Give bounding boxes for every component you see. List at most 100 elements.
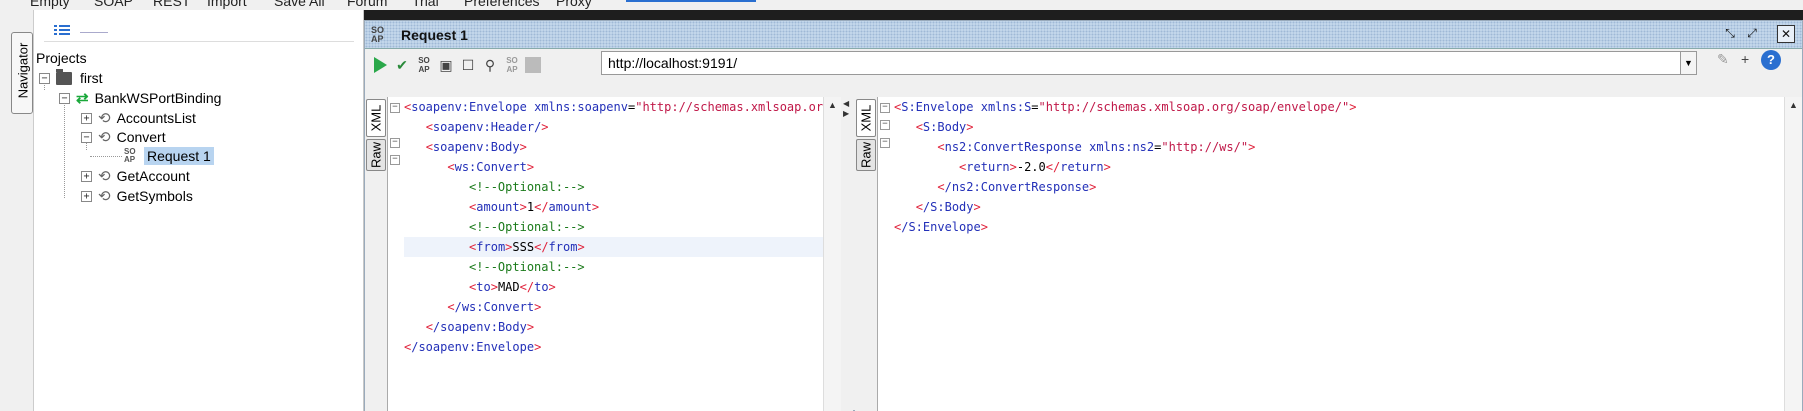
collapse-icon[interactable]: − [81, 131, 92, 143]
toolbar-forum-button[interactable]: Forum [347, 0, 387, 9]
code-line: <ws:Convert> [447, 160, 535, 174]
tree-project-first[interactable]: − first [39, 68, 103, 88]
response-xml-tab[interactable]: XML [856, 99, 876, 137]
navigator-strip: Navigator [0, 10, 34, 411]
toolbar-soap-button[interactable]: SOAP [94, 0, 133, 9]
request-xml-tab[interactable]: XML [366, 99, 386, 137]
code-line: <S:Body> [915, 120, 974, 134]
expand-icon[interactable]: + [81, 170, 92, 182]
user-icon[interactable]: ⚲ [481, 56, 499, 74]
collapse-right-icon[interactable]: ▶ [843, 109, 849, 118]
stop-square-icon[interactable]: ☐ [459, 56, 477, 74]
soap-tool-icon[interactable]: SO AP [503, 56, 521, 74]
request-window: SOAP Request 1 ⤡ ⤢ ✕ ✔ SOAP ▣ ☐ ⚲ SOAP ▼… [364, 20, 1803, 411]
collapse-icon[interactable]: − [59, 92, 70, 104]
toolbar-empty-button[interactable]: Empty [30, 0, 70, 9]
request-view-tabs: XML Raw [365, 97, 387, 411]
endpoint-url-input[interactable] [601, 51, 1681, 75]
operation-icon: ⟲ [98, 188, 111, 205]
operation-icon: ⟲ [98, 168, 111, 185]
list-view-icon[interactable] [54, 24, 70, 36]
projects-root: Projects [36, 48, 87, 68]
binding-label: BankWSPortBinding [94, 90, 222, 106]
edit-endpoint-icon[interactable]: ✎ [1717, 51, 1729, 68]
fold-gutter: − − − [388, 97, 402, 411]
operation-label: Convert [116, 129, 166, 145]
code-line: <amount>1</amount> [469, 200, 600, 214]
toolbar-preferences-button[interactable]: Preferences [464, 0, 539, 9]
code-line: </ws:Convert> [447, 300, 542, 314]
minimize-icon[interactable]: ⤡ [1721, 25, 1739, 43]
url-dropdown-icon[interactable]: ▼ [1681, 51, 1697, 75]
pane-divider[interactable]: ◀ ▶ [841, 97, 853, 411]
navigator-label: Navigator [15, 42, 31, 99]
scroll-up-icon[interactable]: ▲ [1789, 100, 1798, 110]
run-icon[interactable] [371, 56, 389, 74]
toolbar-rest-button[interactable]: REST [153, 0, 190, 9]
soap-action-icon[interactable]: SO AP [415, 56, 433, 74]
operation-label: GetSymbols [116, 188, 193, 204]
operation-icon: ⟲ [98, 110, 111, 127]
image-icon[interactable]: ▣ [437, 56, 455, 74]
code-line: <soapenv:Header/> [425, 120, 549, 134]
collapse-icon[interactable]: − [39, 72, 50, 84]
maximize-icon[interactable]: ⤢ [1743, 25, 1761, 43]
cancel-square-icon[interactable] [525, 57, 541, 73]
tree-request-1[interactable]: SO AP Request 1 [124, 146, 214, 166]
tree-operation-accountslist[interactable]: + ⟲ AccountsList [81, 108, 196, 128]
code-line: <return>-2.0</return> [959, 160, 1111, 174]
tree-operation-getsymbols[interactable]: + ⟲ GetSymbols [81, 186, 193, 206]
binding-interface-icon: ⇄ [76, 90, 89, 107]
close-icon[interactable]: ✕ [1777, 25, 1795, 43]
toolbar-save-all-button[interactable]: Save All [274, 0, 325, 9]
code-line: <ns2:ConvertResponse xmlns:ns2="http://w… [937, 140, 1256, 154]
help-icon[interactable]: ? [1761, 50, 1781, 70]
toolbar-trial-button[interactable]: Trial [412, 0, 439, 9]
folder-icon [56, 68, 72, 85]
fold-icon[interactable]: − [880, 120, 890, 130]
toolbar-search-underline [626, 0, 756, 2]
request-title: Request 1 [401, 27, 468, 43]
code-line: </ns2:ConvertResponse> [937, 180, 1097, 194]
response-view-tabs: XML Raw [855, 97, 877, 411]
project-tree-panel: Projects − first − ⇄ BankWSPortBinding +… [34, 10, 364, 411]
fold-icon[interactable]: − [390, 155, 400, 165]
code-line: <S:Envelope xmlns:S="http://schemas.xmls… [894, 100, 1357, 114]
code-line: <!--Optional:--> [469, 260, 585, 274]
code-line: </soapenv:Body> [425, 320, 535, 334]
tree-operation-getaccount[interactable]: + ⟲ GetAccount [81, 166, 190, 186]
request-label: Request 1 [144, 147, 214, 165]
fold-icon[interactable]: − [880, 103, 890, 113]
operation-label: GetAccount [116, 168, 190, 184]
fold-icon[interactable]: − [390, 138, 400, 148]
operation-label: AccountsList [116, 110, 196, 126]
scroll-up-icon[interactable]: ▲ [828, 100, 837, 110]
tree-filter-line [80, 32, 108, 33]
toolbar-proxy-button[interactable]: Proxy [556, 0, 592, 9]
expand-icon[interactable]: + [81, 190, 92, 202]
tree-toolbar [44, 20, 354, 42]
request-raw-tab[interactable]: Raw [366, 139, 386, 171]
response-xml-code: <S:Envelope xmlns:S="http://schemas.xmls… [894, 97, 1784, 237]
code-line: </S:Body> [915, 200, 981, 214]
code-line: <!--Optional:--> [469, 220, 585, 234]
request-editor[interactable]: − − − <soapenv:Envelope xmlns:soapenv="h… [387, 97, 841, 411]
response-scrollbar[interactable]: ▲ [1784, 97, 1802, 411]
tree-binding[interactable]: − ⇄ BankWSPortBinding [59, 88, 221, 108]
response-editor[interactable]: − − − <S:Envelope xmlns:S="http://schema… [877, 97, 1802, 411]
add-icon[interactable]: + [1741, 51, 1749, 67]
add-assertion-icon[interactable]: ✔ [393, 56, 411, 74]
expand-icon[interactable]: + [81, 112, 92, 124]
fold-icon[interactable]: − [390, 103, 400, 113]
tree-operation-convert[interactable]: − ⟲ Convert [81, 127, 166, 147]
toolbar-import-button[interactable]: Import [207, 0, 247, 9]
navigator-tab[interactable]: Navigator [11, 32, 33, 114]
fold-icon[interactable]: − [880, 138, 890, 148]
collapse-left-icon[interactable]: ◀ [843, 99, 849, 108]
project-label: first [80, 70, 103, 86]
code-line: <!--Optional:--> [469, 180, 585, 194]
soap-request-icon: SO AP [371, 25, 385, 44]
request-scrollbar[interactable]: ▲ [823, 97, 841, 411]
response-raw-tab[interactable]: Raw [856, 139, 876, 171]
operation-icon: ⟲ [98, 129, 111, 146]
